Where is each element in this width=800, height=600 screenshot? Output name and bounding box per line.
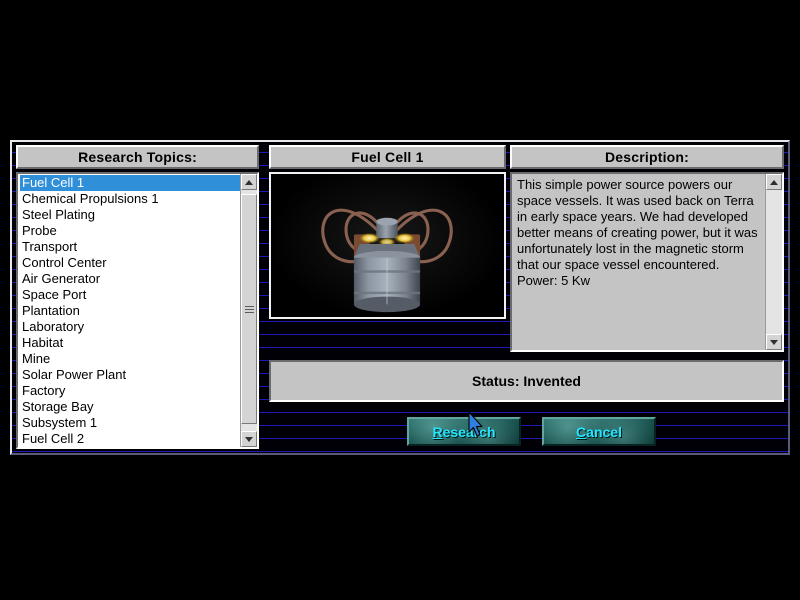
list-item[interactable]: Plantation: [20, 303, 240, 319]
list-item[interactable]: Control Center: [20, 255, 240, 271]
research-label-rest: esearch: [442, 423, 496, 440]
list-item[interactable]: Steel Plating: [20, 207, 240, 223]
research-topics-list[interactable]: Fuel Cell 1 Chemical Propulsions 1 Steel…: [18, 174, 240, 447]
game-screen: Research Topics: Fuel Cell 1 Chemical Pr…: [0, 0, 800, 600]
item-image-frame: [269, 172, 506, 319]
cancel-button[interactable]: Cancel: [542, 417, 656, 446]
scroll-up-arrow-icon: [245, 179, 253, 185]
scroll-down-arrow-icon: [245, 436, 253, 442]
list-item[interactable]: Solar Power Plant: [20, 367, 240, 383]
fuel-cell-render-icon: [271, 174, 504, 317]
scroll-up-button[interactable]: [241, 174, 257, 190]
description-header: Description:: [510, 145, 784, 169]
list-item[interactable]: Fuel Cell 1: [20, 175, 240, 191]
description-text: This simple power source powers our spac…: [517, 177, 758, 288]
fuel-cell-illustration: [321, 208, 453, 313]
list-item[interactable]: Air Generator: [20, 271, 240, 287]
list-item[interactable]: Storage Bay: [20, 399, 240, 415]
scroll-up-arrow-icon: [770, 179, 778, 185]
research-button[interactable]: Research: [407, 417, 521, 446]
list-item[interactable]: Mine: [20, 351, 240, 367]
topics-scrollbar-track[interactable]: [241, 190, 257, 431]
scroll-up-button[interactable]: [766, 174, 782, 190]
description-scrollbar[interactable]: [765, 174, 782, 350]
cancel-button-label: Cancel: [576, 424, 622, 440]
list-item[interactable]: Subsystem 1: [20, 415, 240, 431]
cancel-label-rest: ancel: [586, 423, 622, 440]
list-item[interactable]: Space Port: [20, 287, 240, 303]
description-box[interactable]: This simple power source powers our spac…: [510, 172, 784, 352]
cancel-accel-key: C: [576, 423, 587, 440]
topics-scrollbar[interactable]: [240, 174, 257, 447]
research-topics-listbox[interactable]: Fuel Cell 1 Chemical Propulsions 1 Steel…: [16, 172, 259, 449]
item-name-header: Fuel Cell 1: [269, 145, 506, 169]
research-topics-header: Research Topics:: [16, 145, 259, 169]
status-badge: Status: Invented: [269, 360, 784, 402]
research-accel-key: R: [432, 423, 443, 440]
research-dialog: Research Topics: Fuel Cell 1 Chemical Pr…: [10, 140, 790, 455]
list-item[interactable]: Factory: [20, 383, 240, 399]
topics-scrollbar-thumb[interactable]: [241, 194, 257, 424]
list-item[interactable]: Transport: [20, 239, 240, 255]
scrollbar-grip-icon: [244, 304, 254, 315]
scroll-down-button[interactable]: [241, 431, 257, 447]
scroll-down-button[interactable]: [766, 334, 782, 350]
scroll-down-arrow-icon: [770, 339, 778, 345]
list-item[interactable]: Laboratory: [20, 319, 240, 335]
description-scrollbar-track[interactable]: [766, 190, 782, 334]
list-item[interactable]: Probe: [20, 223, 240, 239]
list-item[interactable]: Fuel Cell 2: [20, 431, 240, 447]
list-item[interactable]: Habitat: [20, 335, 240, 351]
list-item[interactable]: Chemical Propulsions 1: [20, 191, 240, 207]
research-button-label: Research: [432, 424, 495, 440]
